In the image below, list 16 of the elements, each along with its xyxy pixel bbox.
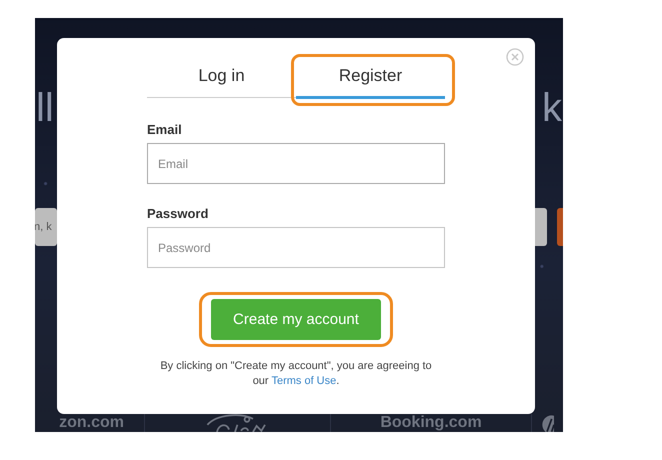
agreement-text: By clicking on "Create my account", you are agreeing to our Terms of Use. (159, 359, 433, 389)
search-field[interactable]: n, k (35, 208, 57, 246)
field-label: Email (147, 122, 183, 137)
tab[interactable]: Log in (147, 58, 296, 99)
close-icon[interactable] (506, 48, 524, 66)
tab[interactable]: Register (296, 58, 445, 99)
brand-wordmark: zon.com (59, 414, 124, 432)
headline-text: k (542, 86, 562, 130)
input-field[interactable]: Password (147, 227, 445, 268)
input-field[interactable]: Email (147, 143, 445, 184)
round-logo-icon (540, 414, 554, 432)
create-account-button[interactable]: Create my account (211, 299, 381, 340)
terms-link[interactable]: Terms of Use (271, 375, 336, 387)
headline-text: ll (36, 86, 54, 130)
field-label: Password (147, 206, 210, 221)
brand-wordmark: Booking.com (380, 414, 482, 432)
